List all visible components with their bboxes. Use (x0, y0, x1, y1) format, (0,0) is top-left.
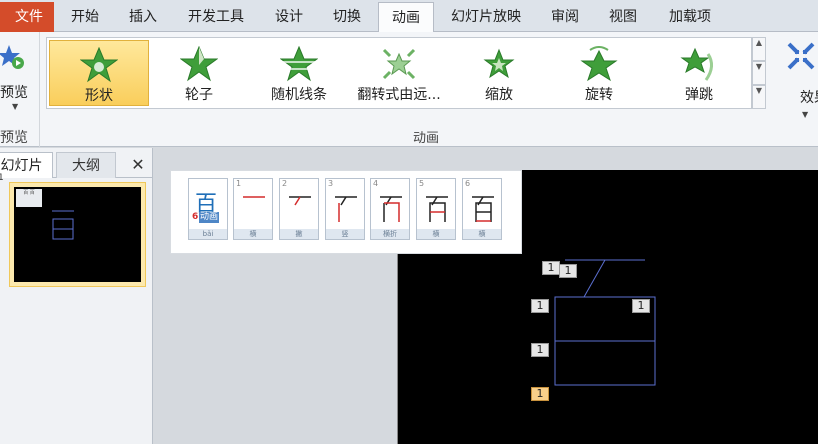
animation-order-tag[interactable]: 1 (531, 343, 549, 357)
stroke-order-popup: 百 6 动画 bǎi 1 横 2 撇 3 竖 4 横折 5 横 6 横 (170, 170, 522, 254)
random-bars-star-icon (280, 46, 318, 82)
thumbnail-canvas: 百 百 (14, 187, 141, 282)
stroke-number: 1 (236, 179, 242, 188)
tab-transitions[interactable]: 切换 (320, 2, 374, 32)
stroke-diagram (335, 196, 357, 222)
slide-editing-area: 1 1 1 1 1 1 百 6 动画 bǎi 1 横 2 撇 3 竖 4 横折 … (154, 148, 818, 444)
stroke-name: 横 (417, 229, 455, 239)
chevron-down-icon: ▼ (802, 110, 809, 119)
stroke-name: 撇 (280, 229, 318, 239)
gallery-more[interactable]: ▼ (752, 85, 766, 109)
effect-options-icon (787, 42, 815, 70)
tab-view[interactable]: 视图 (596, 2, 650, 32)
animation-badge: 动画 (199, 212, 220, 223)
stroke-name: 横折 (371, 229, 409, 239)
thumbnail-character (52, 210, 74, 240)
chevron-down-icon: ▼ (12, 102, 19, 111)
slide-thumbnail[interactable]: 百 百 (9, 182, 146, 287)
animation-order-tag[interactable]: 1 (542, 261, 560, 275)
tab-outline[interactable]: 大纲 (56, 152, 116, 178)
effect-label: 随机线条 (271, 87, 327, 103)
stroke-diagram (472, 196, 494, 222)
gallery-scroll-up[interactable]: ▲ (752, 37, 766, 61)
effect-zoom[interactable]: 缩放 (449, 40, 549, 106)
wheel-star-icon (180, 46, 218, 82)
spin-star-icon (580, 46, 618, 82)
tab-addins[interactable]: 加载项 (656, 2, 724, 32)
shape-star-icon (80, 47, 118, 83)
effect-bounce[interactable]: 弹跳 (649, 40, 749, 106)
effect-label: 缩放 (485, 87, 513, 103)
tab-developer[interactable]: 开发工具 (176, 2, 256, 32)
stroke-card-main[interactable]: 百 6 动画 bǎi (188, 178, 228, 240)
stroke-card[interactable]: 4 横折 (370, 178, 410, 240)
stroke-number: 4 (373, 179, 379, 188)
stroke-diagram (289, 196, 311, 206)
stroke-card[interactable]: 3 竖 (325, 178, 365, 240)
stroke-card[interactable]: 2 撇 (279, 178, 319, 240)
effect-float-in[interactable]: 翻转式由远... (349, 40, 449, 106)
effect-options-label: 效果选 (800, 90, 818, 106)
stroke-count: 6 (192, 212, 199, 222)
ribbon-tab-strip: 文件 开始 插入 开发工具 设计 切换 动画 幻灯片放映 审阅 视图 加载项 (0, 0, 818, 33)
effect-label: 翻转式由远... (357, 87, 441, 103)
slides-panel: 幻灯片 大纲 ✕ 1 百 百 (0, 148, 153, 444)
stroke-card[interactable]: 6 横 (462, 178, 502, 240)
preview-group-label: 预览 (0, 130, 28, 146)
stroke-name: 竖 (326, 229, 364, 239)
animation-group-label: 动画 (413, 131, 440, 146)
animation-gallery: 形状 轮子 随机线条 翻转式由远... 缩放 旋转 弹跳 (46, 37, 752, 109)
tab-slides[interactable]: 幻灯片 (0, 152, 53, 178)
tab-review[interactable]: 审阅 (538, 2, 592, 32)
effect-label: 轮子 (185, 87, 213, 103)
stroke-name: 横 (463, 229, 501, 239)
slide-number: 1 (0, 173, 4, 183)
stroke-card[interactable]: 1 横 (233, 178, 273, 240)
gallery-scroll-down[interactable]: ▼ (752, 61, 766, 85)
animation-order-tag[interactable]: 1 (531, 299, 549, 313)
file-tab[interactable]: 文件 (0, 2, 54, 32)
stroke-card[interactable]: 5 横 (416, 178, 456, 240)
preview-star-icon (0, 45, 24, 69)
preview-label: 预览 (0, 85, 28, 101)
tab-design[interactable]: 设计 (262, 2, 316, 32)
stroke-number: 6 (465, 179, 471, 188)
effect-wheel[interactable]: 轮子 (149, 40, 249, 106)
effect-shape[interactable]: 形状 (49, 40, 149, 106)
close-panel-icon[interactable]: ✕ (127, 152, 149, 178)
tab-insert[interactable]: 插入 (116, 2, 170, 32)
stroke-diagram (426, 196, 448, 222)
stroke-diagram (380, 196, 402, 222)
bounce-star-icon (680, 47, 713, 81)
ribbon-animations: 预览 ▼ 预览 形状 轮子 随机线条 翻转式由远... 缩放 旋转 弹跳 ▲ ▼… (0, 32, 818, 147)
stroke-number: 3 (328, 179, 334, 188)
effect-label: 弹跳 (685, 87, 713, 103)
stroke-diagram (243, 196, 265, 198)
tab-animations[interactable]: 动画 (378, 2, 434, 33)
thumbnail-popup-preview: 百 百 (16, 189, 42, 207)
animation-order-tag[interactable]: 1 (632, 299, 650, 313)
stroke-number: 2 (282, 179, 288, 188)
effect-random-bars[interactable]: 随机线条 (249, 40, 349, 106)
stroke-number: 5 (419, 179, 425, 188)
effect-label: 形状 (85, 88, 113, 104)
effect-options-button[interactable]: 效果选 ▼ (772, 37, 818, 119)
effect-label: 旋转 (585, 87, 613, 103)
pinyin-label: bǎi (189, 229, 227, 239)
tab-home[interactable]: 开始 (58, 2, 112, 32)
float-star-icon (382, 48, 416, 80)
zoom-star-icon (483, 48, 515, 79)
animation-order-tag-selected[interactable]: 1 (531, 387, 549, 401)
panel-tabs: 幻灯片 大纲 ✕ (0, 152, 153, 178)
effect-spin[interactable]: 旋转 (549, 40, 649, 106)
preview-group: 预览 ▼ 预览 (0, 32, 40, 147)
stroke-name: 横 (234, 229, 272, 239)
tab-slideshow[interactable]: 幻灯片放映 (440, 2, 532, 32)
animation-order-tag[interactable]: 1 (559, 264, 577, 278)
